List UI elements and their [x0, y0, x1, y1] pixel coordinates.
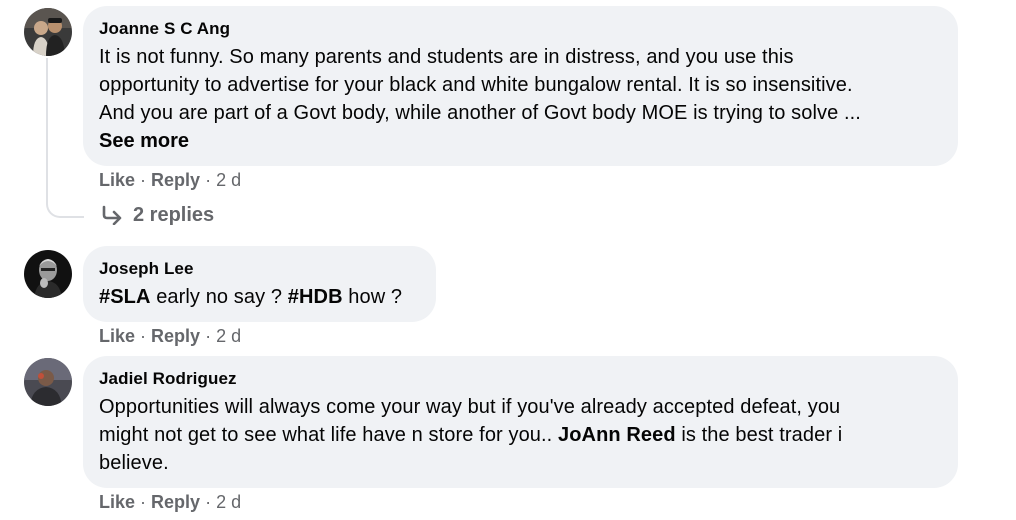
comment-author[interactable]: Joanne S C Ang: [99, 18, 942, 40]
reply-button[interactable]: Reply: [151, 326, 200, 346]
mention-link[interactable]: JoAnn Reed: [558, 424, 676, 446]
comment-text-line: might not get to see what life have n st…: [99, 421, 942, 449]
avatar-joseph[interactable]: [24, 250, 72, 298]
avatar-photo-person: [24, 358, 72, 406]
comment-actions: Like · Reply · 2 d: [99, 168, 241, 192]
comment-text: Opportunities will always come your way …: [99, 393, 942, 477]
like-button[interactable]: Like: [99, 170, 135, 190]
avatar-jadiel[interactable]: [24, 358, 72, 406]
comment-actions: Like · Reply · 2 d: [99, 490, 241, 514]
comment-text-line: believe.: [99, 452, 169, 474]
comment-text-segment: early no say ?: [150, 286, 288, 308]
reply-button[interactable]: Reply: [151, 170, 200, 190]
comment-author[interactable]: Joseph Lee: [99, 258, 420, 280]
comment-text-line: opportunity to advertise for your black …: [99, 74, 853, 96]
comment-text-segment: how ?: [342, 286, 403, 308]
thread-connector-line: [46, 58, 84, 218]
timestamp[interactable]: 2 d: [216, 492, 241, 512]
comment-text-line: It is not funny. So many parents and stu…: [99, 46, 794, 68]
avatar-photo-man: [24, 250, 72, 298]
comment-text-segment: might not get to see what life have n st…: [99, 424, 558, 446]
separator-dot: ·: [140, 492, 147, 512]
separator-dot: ·: [205, 326, 212, 346]
comment-actions: Like · Reply · 2 d: [99, 324, 241, 348]
like-button[interactable]: Like: [99, 326, 135, 346]
avatar-joanne[interactable]: [24, 8, 72, 56]
avatar-photo-couple: [24, 8, 72, 56]
hashtag-link[interactable]: #HDB: [288, 286, 343, 308]
comment-text-line: Opportunities will always come your way …: [99, 396, 841, 418]
hashtag-link[interactable]: #SLA: [99, 286, 151, 308]
comment-text: It is not funny. So many parents and stu…: [99, 43, 942, 127]
comments-section: Joanne S C Ang It is not funny. So many …: [0, 0, 1016, 520]
like-button[interactable]: Like: [99, 492, 135, 512]
separator-dot: ·: [205, 170, 212, 190]
comment-text: #SLA early no say ? #HDB how ?: [99, 283, 420, 311]
comment-author[interactable]: Jadiel Rodriguez: [99, 368, 942, 390]
replies-count-label[interactable]: 2 replies: [133, 202, 214, 228]
reply-button[interactable]: Reply: [151, 492, 200, 512]
separator-dot: ·: [140, 326, 147, 346]
separator-dot: ·: [205, 492, 212, 512]
see-more-link[interactable]: See more: [99, 127, 942, 155]
reply-arrow-icon: [102, 205, 122, 225]
comment-bubble-joanne: Joanne S C Ang It is not funny. So many …: [83, 6, 958, 166]
comment-bubble-joseph: Joseph Lee #SLA early no say ? #HDB how …: [83, 246, 436, 322]
timestamp[interactable]: 2 d: [216, 170, 241, 190]
comment-text-line: And you are part of a Govt body, while a…: [99, 102, 861, 124]
view-replies-button[interactable]: 2 replies: [101, 202, 214, 228]
comment-bubble-jadiel: Jadiel Rodriguez Opportunities will alwa…: [83, 356, 958, 488]
comment-text-segment: is the best trader i: [675, 424, 843, 446]
separator-dot: ·: [140, 170, 147, 190]
timestamp[interactable]: 2 d: [216, 326, 241, 346]
